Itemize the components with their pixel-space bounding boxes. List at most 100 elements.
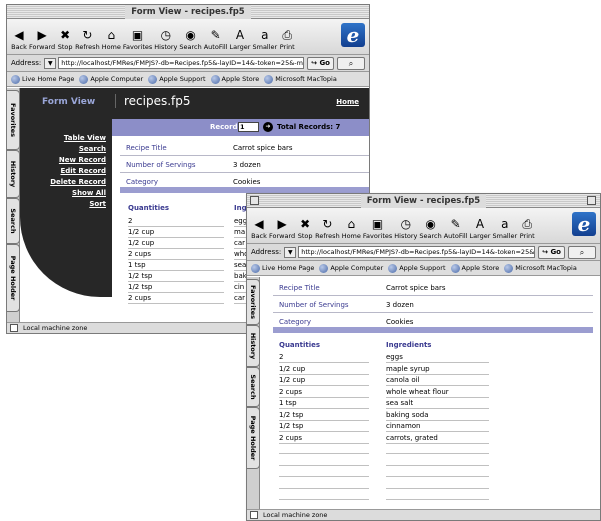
side-tab-history[interactable]: History xyxy=(247,325,260,367)
back-button[interactable]: ◀ Back xyxy=(251,216,267,241)
refresh-button[interactable]: ↻ Refresh xyxy=(315,216,340,241)
forward-button[interactable]: ▶ Forward xyxy=(29,27,55,52)
print-button[interactable]: ⎙ Print xyxy=(279,27,295,52)
field-value[interactable]: Carrot spice bars xyxy=(233,144,293,152)
field-value[interactable]: 3 dozen xyxy=(386,301,414,309)
favorites-button[interactable]: ▣ Favorites xyxy=(123,27,152,52)
print-button[interactable]: ⎙ Print xyxy=(519,216,535,241)
search-button[interactable]: ◉ Search xyxy=(419,216,441,241)
side-tab-favorites[interactable]: Favorites xyxy=(247,279,260,325)
quantity-value[interactable]: 1 tsp xyxy=(128,261,224,271)
home-button[interactable]: ⌂ Home xyxy=(342,216,361,241)
empty-quantity[interactable] xyxy=(279,490,369,500)
quantity-value[interactable]: 2 xyxy=(279,353,369,363)
empty-ingredient[interactable] xyxy=(386,479,489,489)
quantity-value[interactable]: 1/2 tsp xyxy=(279,422,369,432)
side-tab-history[interactable]: History xyxy=(7,150,20,198)
favorite-link[interactable]: Apple Computer xyxy=(79,74,143,84)
back-button[interactable]: ◀ Back xyxy=(11,27,27,52)
close-box-icon[interactable] xyxy=(250,196,259,205)
autofill-button[interactable]: ✎ AutoFill xyxy=(444,216,468,241)
field-value[interactable]: Carrot spice bars xyxy=(386,284,446,292)
nav-link-delete-record[interactable]: Delete Record xyxy=(50,177,106,188)
smaller-button[interactable]: a Smaller xyxy=(252,27,277,52)
refresh-button[interactable]: ↻ Refresh xyxy=(75,27,100,52)
empty-ingredient[interactable] xyxy=(386,467,489,477)
favorite-link[interactable]: Apple Store xyxy=(210,74,259,84)
search-dropdown-icon[interactable]: ⌕ xyxy=(568,245,596,259)
empty-list-row[interactable] xyxy=(279,490,489,501)
field-value[interactable]: Cookies xyxy=(233,178,260,186)
nav-link-new-record[interactable]: New Record xyxy=(50,155,106,166)
ingredient-value[interactable]: sea salt xyxy=(386,399,489,409)
larger-button[interactable]: A Larger xyxy=(230,27,251,52)
empty-list-row[interactable] xyxy=(279,479,489,490)
quantity-value[interactable]: 1/2 tsp xyxy=(279,411,369,421)
address-dropdown-icon[interactable]: ▼ xyxy=(284,246,297,258)
back-window-titlebar[interactable]: Form View - recipes.fp5 xyxy=(7,5,369,19)
empty-ingredient[interactable] xyxy=(386,490,489,500)
favorite-link[interactable]: Live Home Page xyxy=(251,263,314,273)
quantity-value[interactable]: 2 cups xyxy=(128,250,224,260)
quantity-value[interactable]: 1/2 cup xyxy=(279,365,369,375)
go-button[interactable]: ↪ Go xyxy=(307,56,334,70)
field-value[interactable]: Cookies xyxy=(386,318,413,326)
empty-ingredient[interactable] xyxy=(386,444,489,454)
stop-button[interactable]: ✖ Stop xyxy=(297,216,313,241)
quantity-value[interactable]: 2 xyxy=(128,217,224,227)
autofill-button[interactable]: ✎ AutoFill xyxy=(204,27,228,52)
ingredient-value[interactable]: cinnamon xyxy=(386,422,489,432)
ingredient-value[interactable]: baking soda xyxy=(386,411,489,421)
nav-link-edit-record[interactable]: Edit Record xyxy=(50,166,106,177)
empty-quantity[interactable] xyxy=(279,456,369,466)
favorite-link[interactable]: Apple Computer xyxy=(319,263,383,273)
empty-list-row[interactable] xyxy=(279,456,489,467)
record-number-input[interactable]: 1 xyxy=(238,122,259,132)
quantity-value[interactable]: 2 cups xyxy=(128,294,224,304)
smaller-button[interactable]: a Smaller xyxy=(492,216,517,241)
go-button[interactable]: ↪ Go xyxy=(538,245,565,259)
quantity-value[interactable]: 1/2 cup xyxy=(128,228,224,238)
side-tab-page-holder[interactable]: Page Holder xyxy=(7,244,20,312)
history-button[interactable]: ◷ History xyxy=(394,216,417,241)
favorite-link[interactable]: Microsoft MacTopia xyxy=(504,263,577,273)
go-record-icon[interactable]: ➜ xyxy=(263,122,273,132)
favorite-link[interactable]: Apple Store xyxy=(450,263,499,273)
address-dropdown-icon[interactable]: ▼ xyxy=(44,57,57,69)
address-input[interactable]: http://localhost/FMRes/FMPJS?-db=Recipes… xyxy=(298,246,536,258)
nav-link-show-all[interactable]: Show All xyxy=(50,188,106,199)
favorites-button[interactable]: ▣ Favorites xyxy=(363,216,392,241)
home-button[interactable]: ⌂ Home xyxy=(102,27,121,52)
quantity-value[interactable]: 1/2 tsp xyxy=(128,272,224,282)
favorite-link[interactable]: Apple Support xyxy=(388,263,446,273)
larger-button[interactable]: A Larger xyxy=(470,216,491,241)
empty-list-row[interactable] xyxy=(279,467,489,478)
side-tab-favorites[interactable]: Favorites xyxy=(7,90,20,150)
ingredient-value[interactable]: canola oil xyxy=(386,376,489,386)
empty-list-row[interactable] xyxy=(279,444,489,455)
ingredient-value[interactable]: whole wheat flour xyxy=(386,388,489,398)
history-button[interactable]: ◷ History xyxy=(154,27,177,52)
ingredient-value[interactable]: eggs xyxy=(386,353,489,363)
empty-quantity[interactable] xyxy=(279,444,369,454)
empty-quantity[interactable] xyxy=(279,467,369,477)
quantity-value[interactable]: 2 cups xyxy=(279,388,369,398)
empty-quantity[interactable] xyxy=(279,479,369,489)
side-tab-search[interactable]: Search xyxy=(247,367,260,407)
nav-link-search[interactable]: Search xyxy=(50,144,106,155)
stop-button[interactable]: ✖ Stop xyxy=(57,27,73,52)
quantity-value[interactable]: 2 cups xyxy=(279,434,369,444)
quantity-value[interactable]: 1/2 cup xyxy=(128,239,224,249)
quantity-value[interactable]: 1/2 tsp xyxy=(128,283,224,293)
favorite-link[interactable]: Microsoft MacTopia xyxy=(264,74,337,84)
forward-button[interactable]: ▶ Forward xyxy=(269,216,295,241)
empty-ingredient[interactable] xyxy=(386,456,489,466)
side-tab-search[interactable]: Search xyxy=(7,198,20,244)
address-input[interactable]: http://localhost/FMRes/FMPJS?-db=Recipes… xyxy=(58,57,305,69)
nav-link-table-view[interactable]: Table View xyxy=(50,133,106,144)
nav-link-sort[interactable]: Sort xyxy=(50,199,106,210)
quantity-value[interactable]: 1/2 cup xyxy=(279,376,369,386)
zoom-box-icon[interactable] xyxy=(587,196,596,205)
front-window-titlebar[interactable]: Form View - recipes.fp5 xyxy=(247,194,600,208)
favorite-link[interactable]: Live Home Page xyxy=(11,74,74,84)
